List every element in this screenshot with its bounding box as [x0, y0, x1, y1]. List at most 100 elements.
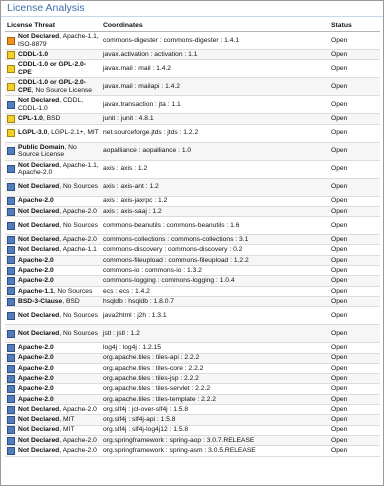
license-cell: Not Declared, Apache-1.1: [5, 244, 101, 256]
coordinates-cell: junit : junit : 4.8.1: [101, 113, 329, 125]
table-row[interactable]: BSD-3-Clause, BSD hsqldb : hsqldb : 1.8.0…: [5, 296, 380, 308]
coordinates-cell: org.slf4j : slf4j-log4j12 : 1.5.8: [101, 425, 329, 436]
license-name: Not Declared: [18, 426, 60, 434]
coordinates-cell: commons-fileupload : commons-fileupload …: [101, 255, 329, 267]
license-name: Not Declared: [18, 447, 60, 455]
table-row[interactable]: Not Declared, MIT org.slf4j : slf4j-log4j…: [5, 425, 380, 436]
status-cell: Open: [329, 95, 380, 115]
threat-level-swatch-icon: [7, 256, 15, 265]
threat-level-swatch-icon: [7, 114, 15, 123]
threat-level-swatch-icon: [7, 374, 15, 383]
coordinates-cell: org.apache.tiles : tiles-jsp : 2.2.2: [101, 373, 329, 385]
table-row[interactable]: Apache-2.0 org.apache.tiles : tiles-api :…: [5, 353, 380, 364]
status-cell: Open: [329, 296, 380, 308]
table-row[interactable]: Not Declared, Apache-1.1, Apache-2.0 axis…: [5, 160, 380, 179]
threat-level-swatch-icon: [7, 221, 15, 230]
table-row[interactable]: Apache-2.0 org.apache.tiles : tiles-jsp :…: [5, 373, 380, 385]
coordinates-cell: org.apache.tiles : tiles-core : 2.2.2: [101, 363, 329, 375]
license-name: Not Declared: [18, 311, 60, 319]
license-cell: Not Declared, Apache-2.0: [5, 206, 101, 218]
status-cell: Open: [329, 306, 380, 326]
table-row[interactable]: Apache-2.0 commons-logging : commons-logg…: [5, 275, 380, 287]
table-row[interactable]: CDDL-1.0 or GPL-2.0-CPE javax.mail : mail…: [5, 59, 380, 79]
license-name: Apache-1.1: [18, 287, 54, 295]
threat-level-swatch-icon: [7, 183, 15, 192]
table-row[interactable]: Apache-2.0 commons-io : commons-io : 1.3.…: [5, 265, 380, 277]
table-row[interactable]: Not Declared, CDDL, CDDL-1.0 javax.transa…: [5, 95, 380, 115]
license-name: LGPL-3.0: [18, 129, 48, 137]
status-cell: Open: [329, 113, 380, 125]
license-name: Apache-2.0: [18, 277, 54, 285]
license-cell: Not Declared, Apache-2.0: [5, 445, 101, 457]
table-row[interactable]: Not Declared, Apache-2.0 org.slf4j : jcl-…: [5, 404, 380, 416]
license-cell: CDDL-1.0 or GPL-2.0-CPE, No Source Licen…: [5, 77, 101, 97]
table-row[interactable]: Not Declared, Apache-1.1, ISO-8879 common…: [5, 31, 380, 50]
status-cell: Open: [329, 286, 380, 297]
table-row[interactable]: Apache-2.0 org.apache.tiles : tiles-servl…: [5, 383, 380, 395]
license-cell: Apache-2.0: [5, 394, 101, 406]
status-cell: Open: [329, 342, 380, 354]
column-header-coordinates[interactable]: Coordinates: [101, 20, 329, 32]
status-cell: Open: [329, 206, 380, 218]
license-name: Not Declared: [18, 416, 60, 424]
threat-level-swatch-icon: [7, 82, 15, 91]
table-row[interactable]: CPL-1.0, BSD junit : junit : 4.8.1 Open: [5, 113, 380, 125]
license-additional: , BSD: [42, 115, 61, 123]
table-row[interactable]: Apache-2.0 commons-fileupload : commons-f…: [5, 255, 380, 267]
table-body: Not Declared, Apache-1.1, ISO-8879 common…: [5, 31, 380, 457]
column-header-license-threat[interactable]: License Threat: [5, 20, 101, 32]
license-name: Not Declared: [18, 436, 60, 444]
threat-level-swatch-icon: [7, 129, 15, 138]
threat-level-swatch-icon: [7, 354, 15, 363]
table-row[interactable]: Not Declared, No Sources jstl : jstl : 1.…: [5, 324, 380, 344]
coordinates-cell: javax.mail : mail : 1.4.2: [101, 59, 329, 79]
table-row[interactable]: LGPL-3.0, LGPL-2.1+, MIT net.sourceforge.…: [5, 124, 380, 143]
table-row[interactable]: Apache-2.0 org.apache.tiles : tiles-core …: [5, 363, 380, 375]
table-row[interactable]: Not Declared, No Sources commons-beanutil…: [5, 216, 380, 236]
coordinates-cell: hsqldb : hsqldb : 1.8.0.7: [101, 296, 329, 308]
threat-level-swatch-icon: [7, 343, 15, 352]
coordinates-cell: org.springframework : spring-asm : 3.0.5…: [101, 445, 329, 457]
column-header-status[interactable]: Status: [329, 20, 380, 32]
threat-level-swatch-icon: [7, 165, 15, 174]
table-row[interactable]: Public Domain, No Source License aopallia…: [5, 142, 380, 161]
table-row[interactable]: Not Declared, Apache-1.1 commons-discover…: [5, 244, 380, 256]
status-cell: Open: [329, 435, 380, 447]
license-name: Apache-2.0: [18, 256, 54, 264]
license-name: Not Declared: [18, 329, 60, 337]
status-cell: Open: [329, 142, 380, 161]
threat-level-swatch-icon: [7, 446, 15, 455]
table-row[interactable]: Apache-1.1, No Sources ecs : ecs : 1.4.2 O…: [5, 286, 380, 297]
status-cell: Open: [329, 414, 380, 426]
table-row[interactable]: CDDL-1.0 javax.activation : activation : …: [5, 49, 380, 61]
table-row[interactable]: Not Declared, Apache-2.0 org.springframew…: [5, 435, 380, 447]
table-row[interactable]: Not Declared, Apache-2.0 commons-collecti…: [5, 234, 380, 246]
license-cell: CDDL-1.0: [5, 49, 101, 61]
license-name: Not Declared: [18, 236, 60, 244]
license-name: Apache-2.0: [18, 266, 54, 274]
license-additional: , No Sources: [59, 329, 98, 337]
table-row[interactable]: Apache-2.0 log4j : log4j : 1.2.15 Open: [5, 342, 380, 354]
threat-level-swatch-icon: [7, 426, 15, 435]
threat-level-swatch-icon: [7, 235, 15, 244]
license-cell: Not Declared, Apache-2.0: [5, 234, 101, 246]
table-row[interactable]: Not Declared, Apache-2.0 axis : axis-saaj…: [5, 206, 380, 218]
table-row[interactable]: Not Declared, No Sources java2html : j2h …: [5, 306, 380, 326]
coordinates-cell: ecs : ecs : 1.4.2: [101, 286, 329, 297]
status-cell: Open: [329, 234, 380, 246]
table-row[interactable]: Not Declared, MIT org.slf4j : slf4j-api :…: [5, 414, 380, 426]
license-name: Public Domain: [18, 143, 65, 151]
coordinates-cell: aopalliance : aopalliance : 1.0: [101, 142, 329, 161]
threat-level-swatch-icon: [7, 297, 15, 306]
license-name: Apache-2.0: [18, 375, 54, 382]
table-row[interactable]: Apache-2.0 axis : axis-jaxrpc : 1.2 Open: [5, 196, 380, 207]
table-row[interactable]: Not Declared, Apache-2.0 org.springframew…: [5, 445, 380, 457]
license-cell: Apache-2.0: [5, 275, 101, 287]
table-row[interactable]: Not Declared, No Sources axis : axis-ant …: [5, 178, 380, 197]
license-additional: , Apache-2.0: [59, 405, 97, 413]
license-cell: BSD-3-Clause, BSD: [5, 296, 101, 308]
table-row[interactable]: Apache-2.0 org.apache.tiles : tiles-templ…: [5, 394, 380, 406]
threat-level-swatch-icon: [7, 405, 15, 414]
coordinates-cell: commons-collections : commons-collection…: [101, 234, 329, 246]
table-row[interactable]: CDDL-1.0 or GPL-2.0-CPE, No Source Licen…: [5, 77, 380, 97]
